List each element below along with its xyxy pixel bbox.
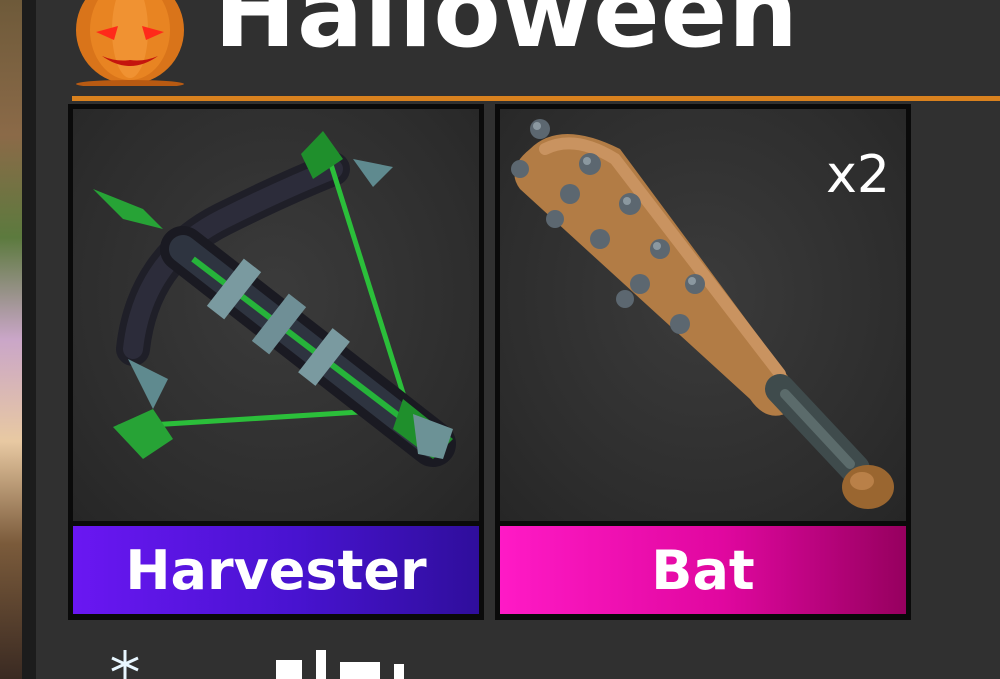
item-name-label: Bat — [500, 526, 906, 614]
section-title: Halloween — [214, 0, 799, 70]
crossbow-icon — [93, 131, 456, 467]
section-divider — [72, 96, 1000, 101]
item-name-label: Harvester — [73, 526, 479, 614]
item-card-harvester[interactable]: Harvester — [68, 104, 484, 620]
item-image-frame — [73, 109, 479, 521]
item-quantity: x2 — [826, 145, 890, 205]
item-image-frame: x2 — [500, 109, 906, 521]
section-title-partial — [276, 650, 404, 679]
panel-edge — [22, 0, 36, 679]
item-card-bat[interactable]: x2 Bat — [495, 104, 911, 620]
pumpkin-icon — [76, 0, 184, 86]
background-scene — [0, 0, 22, 679]
snowflake-icon — [111, 650, 139, 679]
